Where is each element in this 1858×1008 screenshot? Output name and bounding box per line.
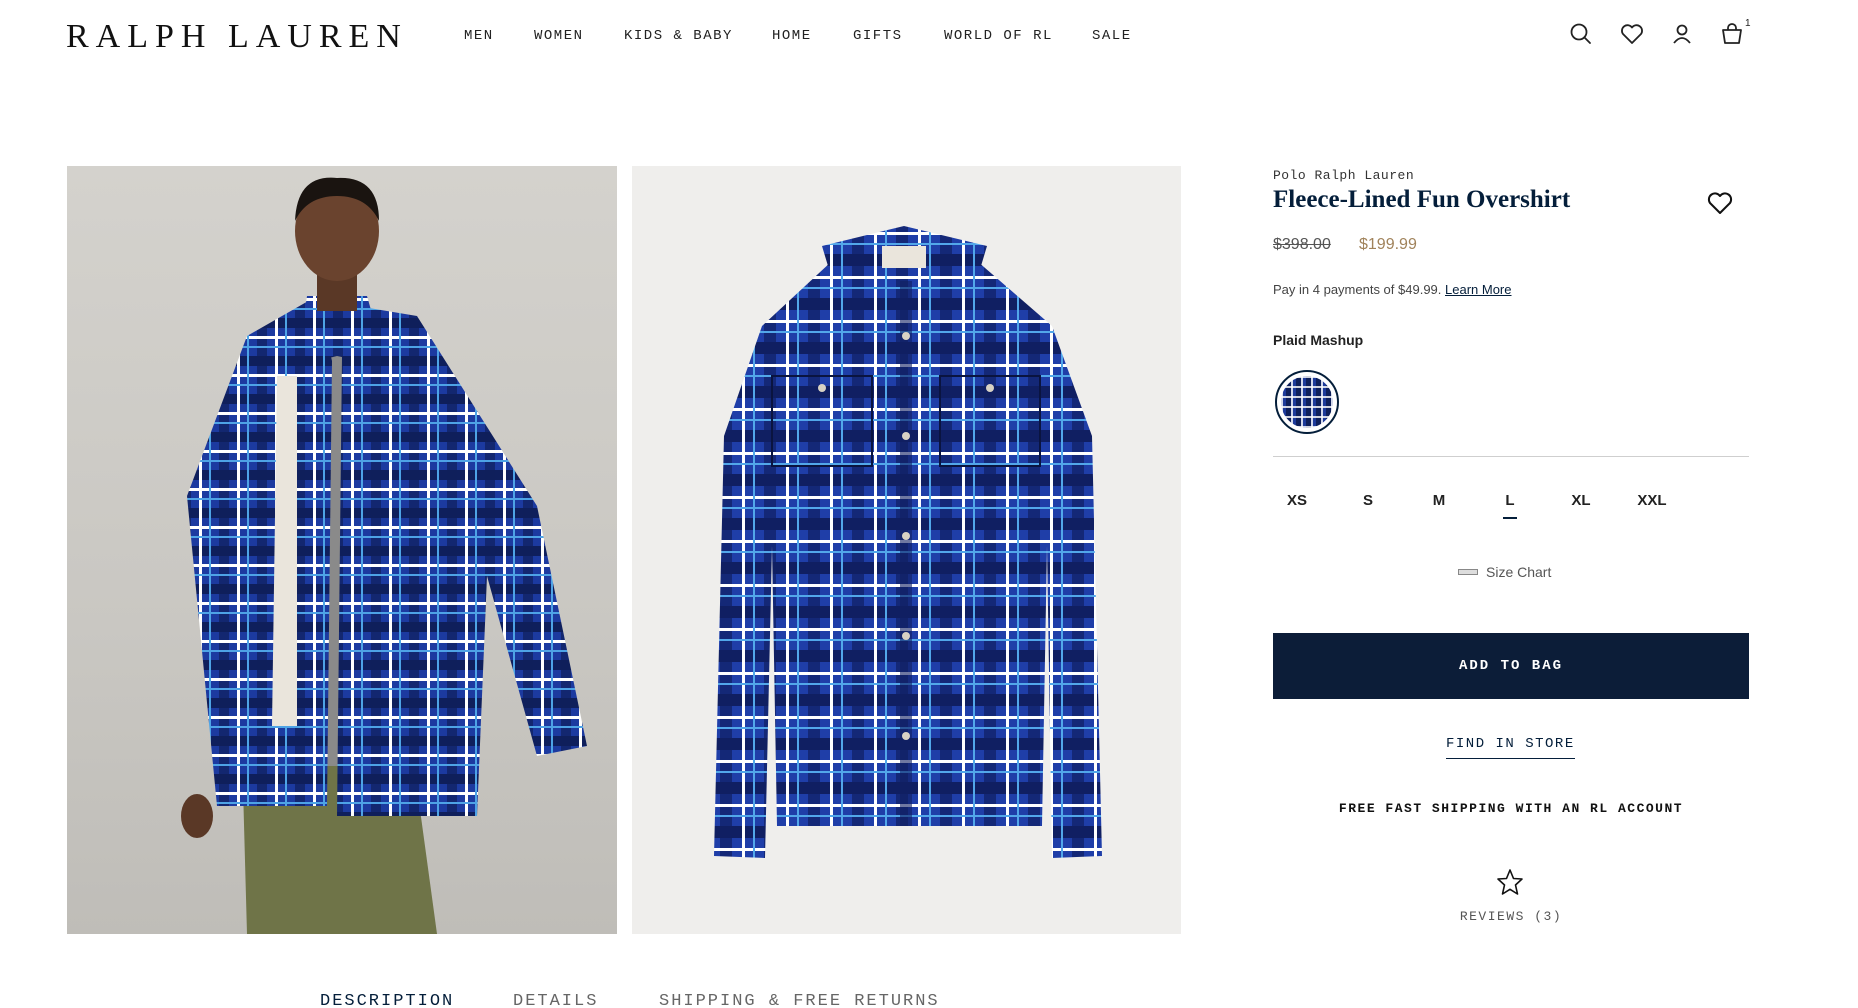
star-icon[interactable] [1496,868,1524,896]
add-to-bag-button[interactable]: ADD TO BAG [1273,633,1749,699]
size-xxl[interactable]: XXL [1627,492,1677,509]
tab-details[interactable]: DETAILS [513,992,598,1008]
color-swatch-plaid-mashup[interactable] [1275,370,1339,434]
size-s[interactable]: S [1343,492,1393,509]
learn-more-link[interactable]: Learn More [1445,282,1511,297]
size-xl[interactable]: XL [1556,492,1606,509]
nav-women[interactable]: WOMEN [534,28,584,44]
bag-icon[interactable] [1718,20,1746,48]
find-in-store-link[interactable]: FIND IN STORE [1446,736,1575,759]
heart-icon[interactable] [1618,20,1646,48]
search-icon[interactable] [1567,20,1595,48]
installment-info: Pay in 4 payments of $49.99. Learn More [1273,282,1512,297]
product-photo[interactable] [632,166,1181,934]
tab-description[interactable]: DESCRIPTION [320,992,454,1008]
size-xs[interactable]: XS [1272,492,1322,509]
original-price: $398.00 [1273,236,1331,253]
size-chart-label: Size Chart [1486,564,1552,580]
nav-gifts[interactable]: GIFTS [853,28,903,44]
nav-men[interactable]: MEN [464,28,494,44]
installment-text: Pay in 4 payments of $49.99. [1273,282,1442,297]
cart-count-badge: 1 [1745,18,1751,29]
sale-price: $199.99 [1359,236,1417,253]
color-name: Plaid Mashup [1273,332,1364,348]
wishlist-heart-icon[interactable] [1705,188,1735,218]
reviews-link[interactable]: REVIEWS (3) [1273,909,1749,924]
divider [1273,456,1749,457]
product-title: Fleece-Lined Fun Overshirt [1273,186,1571,213]
nav-sale[interactable]: SALE [1092,28,1132,44]
shipping-promo: FREE FAST SHIPPING WITH AN RL ACCOUNT [1338,801,1684,816]
nav-kids-baby[interactable]: KIDS & BABY [624,28,733,44]
size-l[interactable]: L [1485,492,1535,519]
nav-home[interactable]: HOME [772,28,812,44]
size-chart-link[interactable]: Size Chart [1458,564,1551,580]
ruler-icon [1458,569,1478,575]
tab-shipping-returns[interactable]: SHIPPING & FREE RETURNS [659,992,940,1008]
model-photo[interactable] [67,166,617,934]
nav-world-of-rl[interactable]: WORLD OF RL [944,28,1053,44]
size-m[interactable]: M [1414,492,1464,509]
account-icon[interactable] [1668,20,1696,48]
ralph-lauren-logo[interactable]: RALPH LAUREN [66,18,408,56]
product-brand: Polo Ralph Lauren [1273,168,1415,183]
swatch-image [1281,376,1333,428]
